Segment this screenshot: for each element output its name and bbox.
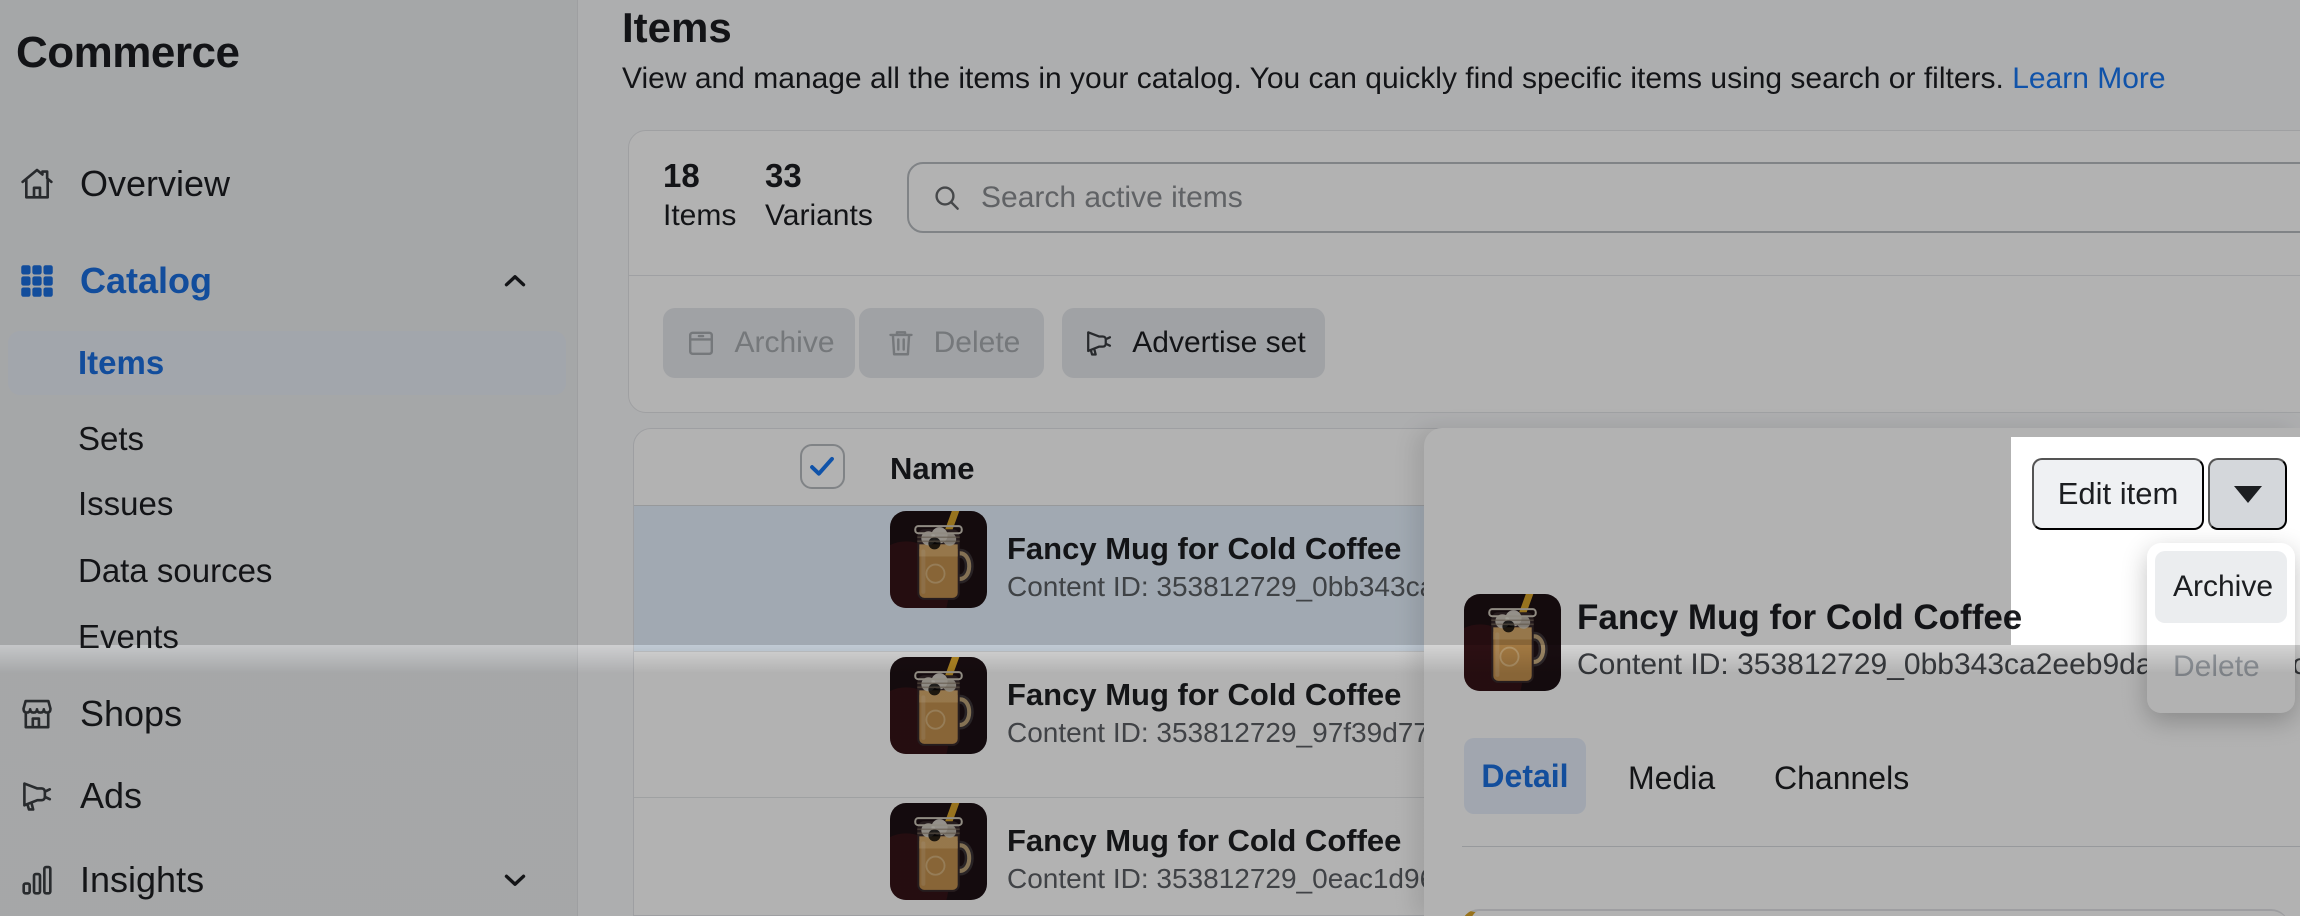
delete-button-label: Delete xyxy=(934,326,1021,360)
menu-item-delete[interactable]: Delete xyxy=(2155,631,2287,703)
edit-item-dropdown-toggle[interactable] xyxy=(2208,458,2287,530)
toolbar-card: 18 Items 33 Variants Archive Delete Adve… xyxy=(628,130,2300,413)
grid-icon xyxy=(16,260,58,302)
variants-count-label: Variants xyxy=(765,199,873,233)
panel-divider xyxy=(1462,846,2300,847)
chevron-up-icon[interactable] xyxy=(498,264,532,298)
archive-box-icon xyxy=(683,325,719,361)
chevron-down-icon[interactable] xyxy=(498,863,532,897)
detail-content-id: Content ID: 353812729_0bb343ca2eeb9da491 xyxy=(1577,648,2203,682)
select-all-checkbox[interactable] xyxy=(800,444,845,489)
tab-detail[interactable]: Detail xyxy=(1464,738,1586,814)
sidebar-item-label: Catalog xyxy=(80,260,212,302)
bar-chart-icon xyxy=(16,859,58,901)
advertise-set-button-label: Advertise set xyxy=(1132,326,1305,360)
sidebar-item-label: Data sources xyxy=(78,552,272,590)
sidebar-item-sets[interactable]: Sets xyxy=(0,413,578,465)
sidebar-item-shops[interactable]: Shops xyxy=(0,688,578,740)
page-description: View and manage all the items in your ca… xyxy=(622,62,2166,96)
search-box[interactable] xyxy=(907,162,2300,233)
items-count: 18 xyxy=(663,157,700,195)
advertise-set-button[interactable]: Advertise set xyxy=(1062,308,1325,378)
warning-card-edge xyxy=(1461,909,2289,916)
page-title: Items xyxy=(622,4,732,52)
sidebar-item-label: Issues xyxy=(78,485,173,523)
product-thumbnail xyxy=(1464,594,1561,691)
items-count-label: Items xyxy=(663,199,736,233)
sidebar-item-insights[interactable]: Insights xyxy=(0,854,578,906)
sidebar-item-events[interactable]: Events xyxy=(0,611,578,663)
search-input[interactable] xyxy=(981,181,2181,215)
edit-item-dropdown-menu: Archive Delete xyxy=(2147,543,2295,713)
trash-icon xyxy=(883,325,919,361)
home-icon xyxy=(16,163,58,205)
variants-count: 33 xyxy=(765,157,802,195)
caret-down-icon xyxy=(2234,486,2262,503)
detail-item-title: Fancy Mug for Cold Coffee xyxy=(1577,598,2022,638)
product-thumbnail xyxy=(890,511,987,608)
sidebar-item-data-sources[interactable]: Data sources xyxy=(0,545,578,597)
sidebar-item-overview[interactable]: Overview xyxy=(0,158,578,210)
sidebar-item-ads[interactable]: Ads xyxy=(0,770,578,822)
tab-channels[interactable]: Channels xyxy=(1774,760,1909,797)
sidebar-item-label: Ads xyxy=(80,775,142,817)
sidebar-item-label: Insights xyxy=(80,859,204,901)
learn-more-link[interactable]: Learn More xyxy=(2012,62,2165,95)
item-name: Fancy Mug for Cold Coffee xyxy=(1007,677,1401,713)
product-thumbnail xyxy=(890,803,987,900)
megaphone-icon xyxy=(1081,325,1117,361)
menu-item-archive[interactable]: Archive xyxy=(2155,551,2287,623)
tab-media[interactable]: Media xyxy=(1628,760,1715,797)
app-title: Commerce xyxy=(16,28,239,78)
sidebar: Commerce Overview Catalog Items Sets Iss… xyxy=(0,0,578,916)
sidebar-item-label: Events xyxy=(78,618,179,656)
item-name: Fancy Mug for Cold Coffee xyxy=(1007,531,1401,567)
storefront-icon xyxy=(16,693,58,735)
checkmark-icon xyxy=(805,449,839,483)
commerce-manager-screen: Commerce Overview Catalog Items Sets Iss… xyxy=(0,0,2300,916)
toolbar-divider xyxy=(629,275,2300,276)
item-name: Fancy Mug for Cold Coffee xyxy=(1007,823,1401,859)
sidebar-item-items[interactable]: Items xyxy=(8,331,566,395)
name-column-header: Name xyxy=(890,451,974,487)
archive-button[interactable]: Archive xyxy=(663,308,855,378)
page-description-text: View and manage all the items in your ca… xyxy=(622,62,2004,95)
search-icon xyxy=(931,182,963,214)
edit-item-button[interactable]: Edit item xyxy=(2032,458,2204,530)
sidebar-item-label: Items xyxy=(78,344,164,382)
megaphone-icon xyxy=(16,775,58,817)
sidebar-item-issues[interactable]: Issues xyxy=(0,478,578,530)
sidebar-item-label: Shops xyxy=(80,693,182,735)
product-thumbnail xyxy=(890,657,987,754)
sidebar-item-label: Overview xyxy=(80,163,230,205)
archive-button-label: Archive xyxy=(734,326,834,360)
sidebar-item-label: Sets xyxy=(78,420,144,458)
delete-button[interactable]: Delete xyxy=(859,308,1044,378)
sidebar-item-catalog[interactable]: Catalog xyxy=(0,255,578,307)
